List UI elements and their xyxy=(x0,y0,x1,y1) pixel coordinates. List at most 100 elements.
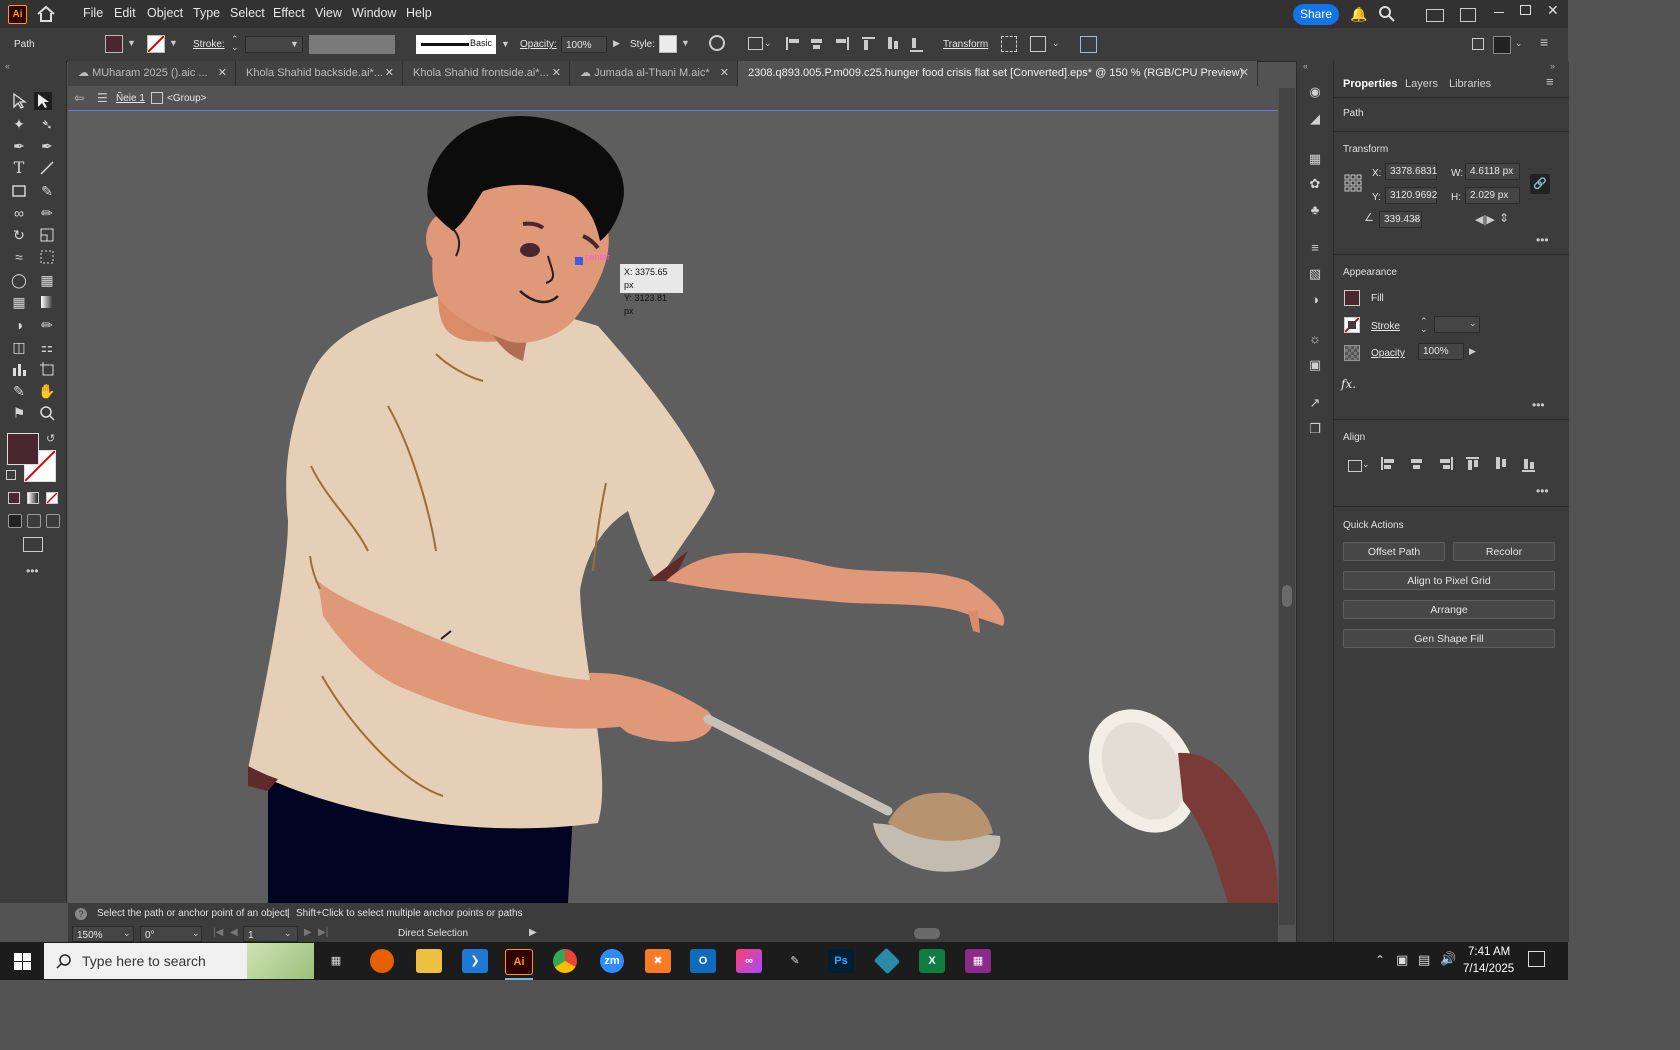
tab-hunger-food-crisis[interactable]: 2308.q893.005.P.m009.c25.hunger food cri… xyxy=(738,61,1258,86)
color-mode-icon[interactable] xyxy=(8,492,20,504)
artboard-canvas[interactable]: center X: 3375.65 px Y: 3123.81 px xyxy=(68,111,1278,903)
print-tiling-tool-icon[interactable]: ⚑ xyxy=(10,404,28,422)
recolor-button[interactable]: Recolor xyxy=(1453,542,1555,561)
vscode-icon[interactable]: ❯ xyxy=(462,949,488,973)
offset-path-button[interactable]: Offset Path xyxy=(1343,542,1445,561)
file-explorer-icon[interactable] xyxy=(416,949,442,973)
h-field[interactable]: 2.029 px xyxy=(1465,187,1520,204)
transparency-panel-icon[interactable]: ◑ xyxy=(1306,291,1324,309)
panel-align-right-icon[interactable] xyxy=(1438,457,1453,470)
tab-properties[interactable]: Properties xyxy=(1343,78,1397,90)
perspective-grid-tool-icon[interactable]: ▦ xyxy=(38,271,56,289)
align-right-icon[interactable] xyxy=(834,37,849,50)
tray-device-icon[interactable]: ▣ xyxy=(1396,952,1408,968)
default-fill-stroke-icon[interactable] xyxy=(6,470,16,480)
xampp-icon[interactable]: ✖ xyxy=(645,949,671,973)
prev-artboard-icon[interactable]: ◀ xyxy=(230,927,238,938)
align-left-icon[interactable] xyxy=(786,37,801,50)
stroke-stepper[interactable]: ⌃ ⌄ xyxy=(1420,317,1428,334)
slice-tool-icon[interactable]: ✎ xyxy=(10,382,28,400)
menu-window[interactable]: Window xyxy=(352,6,396,20)
opacity-arrow-icon[interactable]: ▶ xyxy=(613,38,620,49)
swatches-panel-icon[interactable]: ▦ xyxy=(1306,150,1324,168)
fill-dropdown-icon[interactable]: ▼ xyxy=(127,38,136,48)
options-dropdown-icon[interactable]: ⌄ xyxy=(1052,38,1060,49)
align-more-icon[interactable]: ••• xyxy=(1536,484,1549,498)
props-collapse-icon[interactable]: » xyxy=(1550,61,1555,71)
gen-shape-fill-button[interactable]: Gen Shape Fill xyxy=(1343,629,1555,648)
menu-select[interactable]: Select xyxy=(230,6,265,20)
panel-layout-icon[interactable] xyxy=(1460,8,1476,22)
appearance-fill-swatch[interactable] xyxy=(1344,290,1360,306)
align-top-icon[interactable] xyxy=(862,37,875,52)
appearance-panel-icon[interactable]: ☼ xyxy=(1306,330,1324,348)
column-graph-tool-icon[interactable] xyxy=(10,360,28,378)
lasso-tool-icon[interactable]: ➴ xyxy=(38,115,56,133)
menu-type[interactable]: Type xyxy=(193,6,220,20)
draw-inside-icon[interactable] xyxy=(46,514,60,528)
opacity-label[interactable]: Opacity xyxy=(1371,348,1405,359)
draw-behind-icon[interactable] xyxy=(27,514,41,528)
reference-point-icon[interactable] xyxy=(1344,174,1362,192)
align-to-pixel-grid-button[interactable]: Align to Pixel Grid xyxy=(1343,571,1555,590)
rectangle-tool-icon[interactable] xyxy=(10,182,28,200)
stroke-weight-dropdown-icon[interactable]: ▼ xyxy=(290,39,299,49)
control-bar-menu-icon[interactable]: ≡ xyxy=(1540,34,1548,50)
menu-effect[interactable]: Effect xyxy=(273,6,305,20)
outlook-icon[interactable]: O xyxy=(690,949,716,973)
isolate-icon[interactable] xyxy=(1001,36,1017,52)
tab-close-icon[interactable]: ✕ xyxy=(1240,61,1249,86)
vertical-scrollbar[interactable] xyxy=(1279,88,1295,925)
shaper-tool-icon[interactable]: ∞ xyxy=(10,204,28,222)
tab-close-icon[interactable]: ✕ xyxy=(218,61,227,86)
scale-tool-icon[interactable] xyxy=(38,226,56,244)
stroke-label[interactable]: Stroke xyxy=(1371,321,1400,332)
menu-help[interactable]: Help xyxy=(406,6,432,20)
toolbar-collapse-icon[interactable]: « xyxy=(5,61,10,71)
illustrator-taskbar-icon[interactable]: Ai xyxy=(505,949,533,975)
close-icon[interactable]: ✕ xyxy=(1547,2,1559,19)
breadcrumb-layer[interactable]: Ñeie 1 xyxy=(116,93,145,104)
stroke-weight-dropdown-icon[interactable]: ⌄ xyxy=(1469,318,1477,329)
brush-definition[interactable]: Basic xyxy=(416,35,496,54)
selection-tool-icon[interactable] xyxy=(10,92,28,110)
search-icon[interactable] xyxy=(1378,5,1396,23)
live-paint-tool-icon[interactable]: ◫ xyxy=(10,338,28,356)
menu-file[interactable]: File xyxy=(83,6,103,20)
transform-more-icon[interactable]: ••• xyxy=(1536,233,1549,247)
tab-close-icon[interactable]: ✕ xyxy=(385,61,394,86)
next-artboard-icon[interactable]: ▶ xyxy=(304,927,312,938)
tab-jumada[interactable]: ☁ Jumada al-Thani M.aic* ✕ xyxy=(570,61,738,86)
style-dropdown-icon[interactable]: ▼ xyxy=(681,38,690,48)
graphic-styles-icon[interactable]: ▣ xyxy=(1306,356,1324,374)
align-to-dropdown-icon[interactable]: ⌄ xyxy=(764,38,772,49)
constrain-proportions-icon[interactable]: 🔗 xyxy=(1530,174,1550,194)
gradient-panel-icon[interactable]: ▧ xyxy=(1306,265,1324,283)
panel-toggle-dropdown-icon[interactable]: ⌄ xyxy=(1515,38,1523,49)
network-icon[interactable]: ▤ xyxy=(1418,952,1430,968)
zoom-app-icon[interactable]: zm xyxy=(600,949,624,973)
panel-align-hcenter-icon[interactable] xyxy=(1410,457,1423,470)
rotation-dropdown-icon[interactable]: ⌄ xyxy=(192,928,200,939)
panel-align-vcenter-icon[interactable] xyxy=(1494,457,1507,470)
symbol-sprayer-tool-icon[interactable]: ⚏ xyxy=(38,338,56,356)
mesh-tool-icon[interactable]: ▦ xyxy=(10,293,28,311)
horizontal-scroll-thumb[interactable] xyxy=(914,928,940,939)
screen-mode-icon[interactable] xyxy=(23,537,43,552)
excel-icon[interactable]: X xyxy=(919,949,945,973)
x-field[interactable]: 3378.6831 xyxy=(1385,163,1437,180)
windows-start-icon[interactable] xyxy=(14,953,31,970)
brush-dropdown-icon[interactable]: ▼ xyxy=(501,39,510,49)
pen-tool-icon[interactable]: ✒ xyxy=(10,137,28,155)
recolor-globe-icon[interactable] xyxy=(709,35,725,51)
creative-cloud-icon[interactable]: ∞ xyxy=(736,949,762,973)
artboards-panel-icon[interactable]: ❐ xyxy=(1306,420,1324,438)
y-field[interactable]: 3120.9692 xyxy=(1385,187,1437,204)
rotate-tool-icon[interactable]: ↻ xyxy=(10,226,28,244)
opacity-swatch[interactable] xyxy=(1344,345,1360,361)
winrar-icon[interactable]: ▦ xyxy=(965,949,991,973)
props-menu-icon[interactable]: ≡ xyxy=(1546,74,1554,89)
export-panel-icon[interactable]: ↗ xyxy=(1306,394,1324,412)
share-button[interactable]: Share xyxy=(1293,4,1339,25)
zoom-dropdown-icon[interactable]: ⌄ xyxy=(123,928,131,939)
